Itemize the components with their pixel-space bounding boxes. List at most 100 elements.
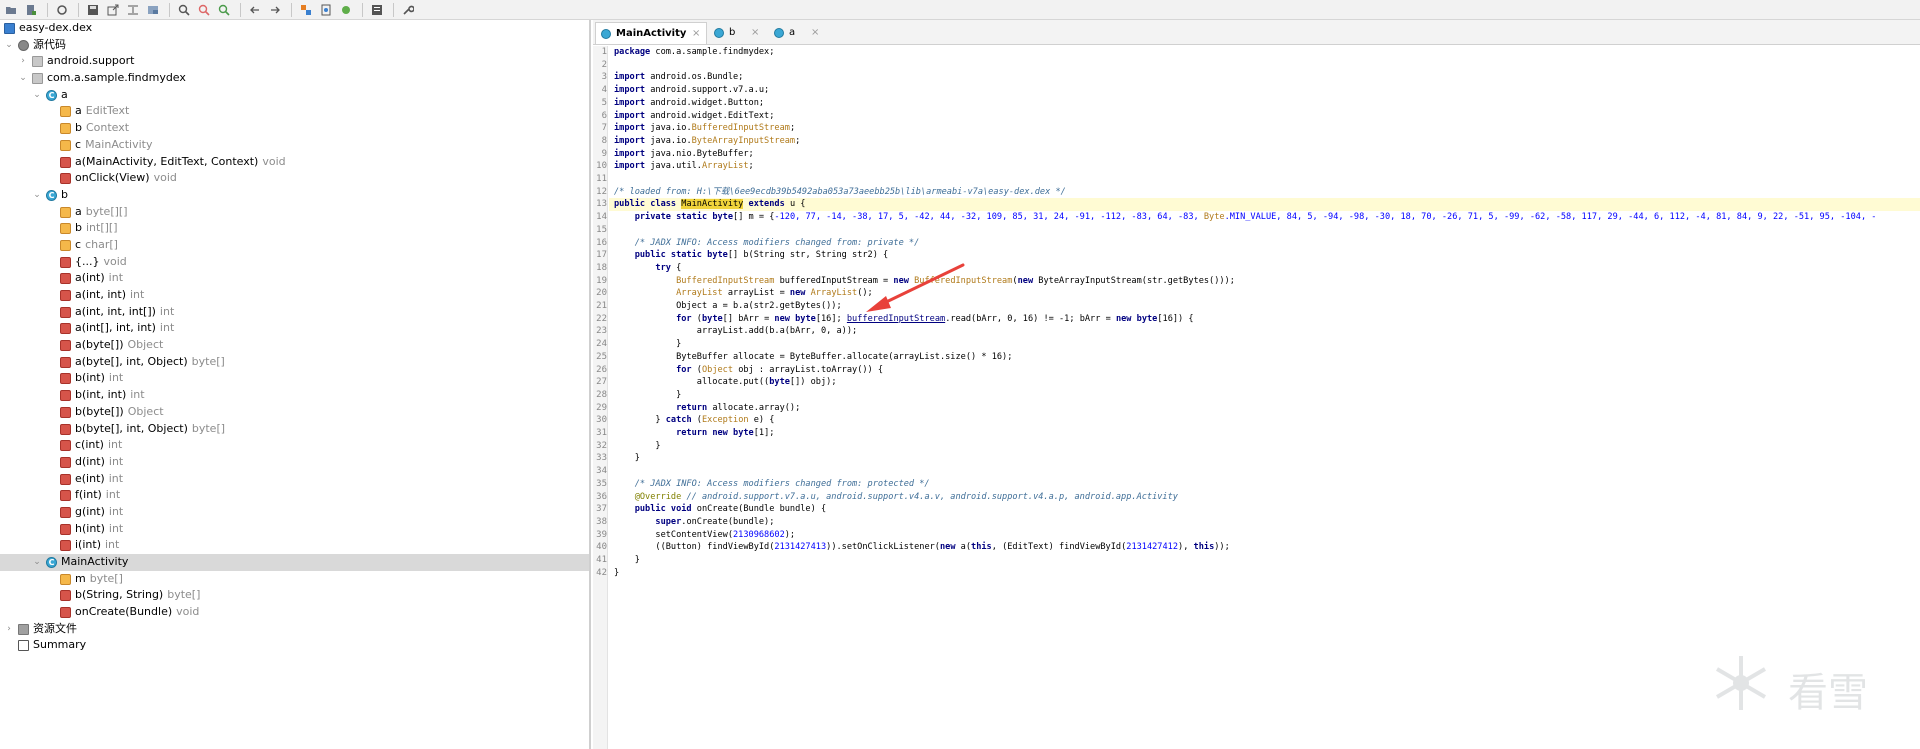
find-usage-icon[interactable] — [215, 2, 233, 18]
search-icon[interactable] — [175, 2, 193, 18]
keyword: new — [789, 288, 806, 299]
chevron-down-icon[interactable]: ⌄ — [4, 37, 14, 54]
close-icon[interactable]: × — [751, 22, 759, 44]
keyword: extends — [743, 199, 785, 210]
tree-source-code[interactable]: ⌄ 源代码 — [0, 37, 589, 54]
tree-field[interactable]: c char[] — [0, 237, 589, 254]
tree-method[interactable]: a(int) int — [0, 270, 589, 287]
tree-field[interactable]: b int[][] — [0, 220, 589, 237]
back-icon[interactable] — [246, 2, 264, 18]
tab-a[interactable]: a × — [769, 22, 827, 44]
tree-method[interactable]: a(byte[], int, Object) byte[] — [0, 354, 589, 371]
tree-method[interactable]: b(int) int — [0, 370, 589, 387]
chevron-down-icon[interactable]: ⌄ — [32, 554, 42, 571]
tree-method[interactable]: b(String, String) byte[] — [0, 587, 589, 604]
chevron-down-icon[interactable]: ⌄ — [32, 187, 42, 204]
code-text: [] b(String str, String str2) { — [727, 250, 889, 261]
code-text: .onCreate(bundle); — [681, 516, 775, 527]
tree-method[interactable]: d(int) int — [0, 454, 589, 471]
method-icon — [60, 340, 71, 352]
sync-icon[interactable] — [297, 2, 315, 18]
export-icon[interactable] — [104, 2, 122, 18]
member-type: void — [103, 254, 127, 268]
tree-method[interactable]: a(byte[]) Object — [0, 337, 589, 354]
tree-method[interactable]: onCreate(Bundle) void — [0, 604, 589, 621]
tree-method[interactable]: b(byte[]) Object — [0, 404, 589, 421]
package-icon[interactable] — [144, 2, 162, 18]
keyword: import — [614, 161, 646, 172]
variable-link[interactable]: bufferedInputStream — [847, 314, 945, 324]
tree-method[interactable]: i(int) int — [0, 537, 589, 554]
tree-method[interactable]: {...} void — [0, 254, 589, 271]
tree-field[interactable]: c MainActivity — [0, 137, 589, 154]
tree-method[interactable]: g(int) int — [0, 504, 589, 521]
preferences-icon[interactable] — [368, 2, 386, 18]
tree-root[interactable]: easy-dex.dex — [0, 20, 589, 37]
tree-method[interactable]: a(int, int) int — [0, 287, 589, 304]
line-number: 41 — [596, 555, 607, 565]
tree-method[interactable]: onClick(View) void — [0, 170, 589, 187]
annotation: @Override — [614, 491, 682, 502]
tree-package-findmydex[interactable]: ⌄ com.a.sample.findmydex — [0, 70, 589, 87]
member-name: g(int) — [75, 504, 105, 518]
open-icon[interactable] — [2, 2, 20, 18]
tab-label: MainActivity — [616, 28, 687, 39]
tree-class-b[interactable]: ⌄ b — [0, 187, 589, 205]
tree-package-android-support[interactable]: › android.support — [0, 53, 589, 70]
flatten-icon[interactable] — [124, 2, 142, 18]
chevron-right-icon[interactable]: › — [18, 53, 28, 70]
settings-icon[interactable] — [399, 2, 417, 18]
type-ref: ArrayList — [805, 288, 858, 299]
close-icon[interactable]: × — [811, 22, 819, 44]
save-icon[interactable] — [84, 2, 102, 18]
member-label: e(int) int — [75, 471, 123, 488]
member-name: d(int) — [75, 454, 105, 468]
tree-method[interactable]: c(int) int — [0, 437, 589, 454]
member-label: {...} void — [75, 254, 127, 271]
code-text: } — [614, 440, 661, 451]
chevron-right-icon[interactable]: › — [4, 621, 14, 638]
tree-method[interactable]: e(int) int — [0, 471, 589, 488]
chevron-down-icon[interactable]: ⌄ — [32, 87, 42, 104]
add-icon[interactable] — [22, 2, 40, 18]
tree-method[interactable]: h(int) int — [0, 521, 589, 538]
tree-method[interactable]: b(byte[], int, Object) byte[] — [0, 421, 589, 438]
log-icon[interactable] — [337, 2, 355, 18]
tree-resources[interactable]: › 资源文件 — [0, 621, 589, 638]
tree-field[interactable]: a byte[][] — [0, 204, 589, 221]
tree-field[interactable]: b Context — [0, 120, 589, 137]
tree-method[interactable]: a(int[], int, int) int — [0, 320, 589, 337]
tab-mainactivity[interactable]: MainActivity × — [595, 22, 707, 44]
tree-field[interactable]: m byte[] — [0, 571, 589, 588]
keyword: byte — [707, 250, 728, 261]
code-line: import android.widget.EditText; — [609, 110, 1920, 123]
code-line: @Override // android.support.v7.a.u, and… — [609, 491, 1920, 504]
close-icon[interactable]: × — [692, 23, 700, 45]
code-line: } — [609, 554, 1920, 567]
tree-class-a[interactable]: ⌄ a — [0, 87, 589, 105]
tree-method[interactable]: a(int, int, int[]) int — [0, 304, 589, 321]
tab-b[interactable]: b × — [709, 22, 767, 44]
reload-icon[interactable] — [53, 2, 71, 18]
line-number: 39 — [596, 529, 607, 540]
chevron-down-icon[interactable]: ⌄ — [18, 70, 28, 87]
method-icon — [60, 540, 71, 552]
tree-method[interactable]: a(MainActivity, EditText, Context) void — [0, 154, 589, 171]
keyword: return — [614, 402, 708, 413]
tree-method[interactable]: b(int, int) int — [0, 387, 589, 404]
forward-icon[interactable] — [266, 2, 284, 18]
keyword: for — [614, 364, 692, 375]
code-editor[interactable]: package com.a.sample.findmydex; import a… — [609, 46, 1920, 749]
number-literal: .MIN_VALUE, 84, 5, -94, -98, -30, 18, 70… — [1224, 212, 1877, 223]
tree-method[interactable]: f(int) int — [0, 487, 589, 504]
comment: /* loaded from: H:\下载\6ee9ecdb39b5492aba… — [614, 186, 1066, 197]
tree-field[interactable]: a EditText — [0, 103, 589, 120]
deobfuscation-icon[interactable] — [317, 2, 335, 18]
code-line: } — [609, 567, 1920, 580]
code-line: import java.io.BufferedInputStream; — [609, 122, 1920, 135]
tree-summary[interactable]: Summary — [0, 637, 589, 654]
line-number: 32 — [596, 440, 607, 451]
keyword: catch — [665, 415, 692, 426]
tree-class-mainactivity[interactable]: ⌄ MainActivity — [0, 554, 589, 572]
find-class-icon[interactable] — [195, 2, 213, 18]
